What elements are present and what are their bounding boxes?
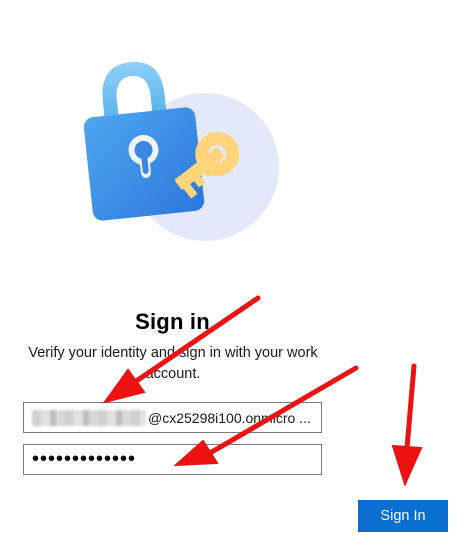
lock-and-key-icon	[83, 62, 279, 241]
redacted-username-prefix	[32, 409, 146, 426]
password-value: •••••••••••••	[32, 448, 137, 470]
username-field[interactable]: @cx25298i100.onmicro ...	[23, 402, 322, 433]
username-value: @cx25298i100.onmicro ...	[148, 409, 311, 426]
page-title: Sign in	[135, 309, 210, 334]
sign-in-page: Sign in Verify your identity and sign in…	[0, 0, 467, 547]
sign-in-button[interactable]: Sign In	[358, 500, 448, 532]
page-subtitle: Verify your identity and sign in with yo…	[28, 345, 318, 382]
password-field[interactable]: •••••••••••••	[23, 444, 322, 475]
red-arrow-icon	[391, 363, 423, 487]
